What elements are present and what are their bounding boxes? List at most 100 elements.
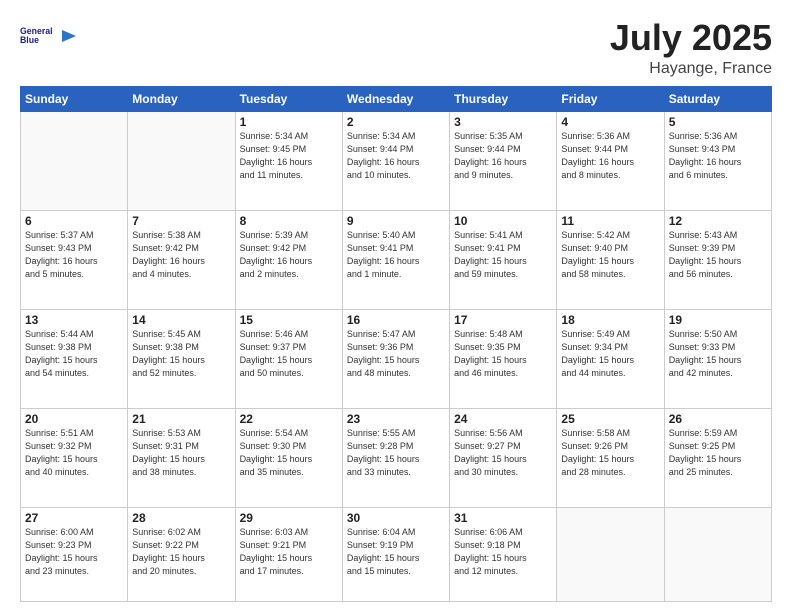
day-number: 15 xyxy=(240,313,338,327)
day-number: 14 xyxy=(132,313,230,327)
day-number: 30 xyxy=(347,511,445,525)
day-info: Sunrise: 5:34 AM Sunset: 9:45 PM Dayligh… xyxy=(240,130,338,182)
day-info: Sunrise: 5:49 AM Sunset: 9:34 PM Dayligh… xyxy=(561,328,659,380)
calendar-cell: 18Sunrise: 5:49 AM Sunset: 9:34 PM Dayli… xyxy=(557,309,664,408)
header-cell-wednesday: Wednesday xyxy=(342,86,449,111)
day-info: Sunrise: 6:00 AM Sunset: 9:23 PM Dayligh… xyxy=(25,526,123,578)
calendar-cell: 15Sunrise: 5:46 AM Sunset: 9:37 PM Dayli… xyxy=(235,309,342,408)
day-info: Sunrise: 5:35 AM Sunset: 9:44 PM Dayligh… xyxy=(454,130,552,182)
day-info: Sunrise: 5:39 AM Sunset: 9:42 PM Dayligh… xyxy=(240,229,338,281)
day-info: Sunrise: 5:34 AM Sunset: 9:44 PM Dayligh… xyxy=(347,130,445,182)
header-cell-saturday: Saturday xyxy=(664,86,771,111)
day-number: 27 xyxy=(25,511,123,525)
calendar-table: SundayMondayTuesdayWednesdayThursdayFrid… xyxy=(20,86,772,602)
week-row-4: 20Sunrise: 5:51 AM Sunset: 9:32 PM Dayli… xyxy=(21,408,772,507)
day-info: Sunrise: 6:03 AM Sunset: 9:21 PM Dayligh… xyxy=(240,526,338,578)
calendar-cell xyxy=(128,111,235,210)
calendar-cell: 31Sunrise: 6:06 AM Sunset: 9:18 PM Dayli… xyxy=(450,507,557,601)
day-info: Sunrise: 5:58 AM Sunset: 9:26 PM Dayligh… xyxy=(561,427,659,479)
week-row-2: 6Sunrise: 5:37 AM Sunset: 9:43 PM Daylig… xyxy=(21,210,772,309)
calendar-cell: 25Sunrise: 5:58 AM Sunset: 9:26 PM Dayli… xyxy=(557,408,664,507)
header-cell-tuesday: Tuesday xyxy=(235,86,342,111)
day-info: Sunrise: 6:04 AM Sunset: 9:19 PM Dayligh… xyxy=(347,526,445,578)
day-number: 19 xyxy=(669,313,767,327)
day-info: Sunrise: 5:36 AM Sunset: 9:44 PM Dayligh… xyxy=(561,130,659,182)
calendar-cell: 10Sunrise: 5:41 AM Sunset: 9:41 PM Dayli… xyxy=(450,210,557,309)
calendar-cell: 29Sunrise: 6:03 AM Sunset: 9:21 PM Dayli… xyxy=(235,507,342,601)
calendar-cell: 28Sunrise: 6:02 AM Sunset: 9:22 PM Dayli… xyxy=(128,507,235,601)
logo-svg: General Blue xyxy=(20,18,54,52)
day-info: Sunrise: 5:38 AM Sunset: 9:42 PM Dayligh… xyxy=(132,229,230,281)
week-row-3: 13Sunrise: 5:44 AM Sunset: 9:38 PM Dayli… xyxy=(21,309,772,408)
header-cell-thursday: Thursday xyxy=(450,86,557,111)
day-info: Sunrise: 5:41 AM Sunset: 9:41 PM Dayligh… xyxy=(454,229,552,281)
day-number: 26 xyxy=(669,412,767,426)
logo-arrow-icon xyxy=(58,26,76,44)
calendar-cell: 2Sunrise: 5:34 AM Sunset: 9:44 PM Daylig… xyxy=(342,111,449,210)
calendar-cell: 14Sunrise: 5:45 AM Sunset: 9:38 PM Dayli… xyxy=(128,309,235,408)
header: General Blue July 2025 Hayange, France xyxy=(20,18,772,78)
week-row-5: 27Sunrise: 6:00 AM Sunset: 9:23 PM Dayli… xyxy=(21,507,772,601)
day-number: 16 xyxy=(347,313,445,327)
day-number: 6 xyxy=(25,214,123,228)
title-block: July 2025 Hayange, France xyxy=(610,18,772,78)
logo: General Blue xyxy=(20,18,76,52)
day-info: Sunrise: 5:51 AM Sunset: 9:32 PM Dayligh… xyxy=(25,427,123,479)
day-number: 28 xyxy=(132,511,230,525)
calendar-cell: 24Sunrise: 5:56 AM Sunset: 9:27 PM Dayli… xyxy=(450,408,557,507)
day-number: 25 xyxy=(561,412,659,426)
day-number: 10 xyxy=(454,214,552,228)
calendar-cell: 22Sunrise: 5:54 AM Sunset: 9:30 PM Dayli… xyxy=(235,408,342,507)
day-number: 21 xyxy=(132,412,230,426)
day-info: Sunrise: 5:54 AM Sunset: 9:30 PM Dayligh… xyxy=(240,427,338,479)
day-number: 5 xyxy=(669,115,767,129)
calendar-cell: 26Sunrise: 5:59 AM Sunset: 9:25 PM Dayli… xyxy=(664,408,771,507)
svg-text:Blue: Blue xyxy=(20,35,39,45)
day-info: Sunrise: 5:59 AM Sunset: 9:25 PM Dayligh… xyxy=(669,427,767,479)
calendar-cell: 8Sunrise: 5:39 AM Sunset: 9:42 PM Daylig… xyxy=(235,210,342,309)
calendar-cell xyxy=(664,507,771,601)
day-info: Sunrise: 6:02 AM Sunset: 9:22 PM Dayligh… xyxy=(132,526,230,578)
page: General Blue July 2025 Hayange, France S… xyxy=(0,0,792,612)
day-info: Sunrise: 5:50 AM Sunset: 9:33 PM Dayligh… xyxy=(669,328,767,380)
calendar-cell: 16Sunrise: 5:47 AM Sunset: 9:36 PM Dayli… xyxy=(342,309,449,408)
day-number: 7 xyxy=(132,214,230,228)
calendar-cell: 12Sunrise: 5:43 AM Sunset: 9:39 PM Dayli… xyxy=(664,210,771,309)
day-number: 1 xyxy=(240,115,338,129)
calendar-cell: 3Sunrise: 5:35 AM Sunset: 9:44 PM Daylig… xyxy=(450,111,557,210)
day-number: 24 xyxy=(454,412,552,426)
day-number: 12 xyxy=(669,214,767,228)
week-row-1: 1Sunrise: 5:34 AM Sunset: 9:45 PM Daylig… xyxy=(21,111,772,210)
day-info: Sunrise: 5:37 AM Sunset: 9:43 PM Dayligh… xyxy=(25,229,123,281)
header-cell-monday: Monday xyxy=(128,86,235,111)
day-info: Sunrise: 5:43 AM Sunset: 9:39 PM Dayligh… xyxy=(669,229,767,281)
day-info: Sunrise: 5:42 AM Sunset: 9:40 PM Dayligh… xyxy=(561,229,659,281)
calendar-cell: 17Sunrise: 5:48 AM Sunset: 9:35 PM Dayli… xyxy=(450,309,557,408)
calendar-cell: 11Sunrise: 5:42 AM Sunset: 9:40 PM Dayli… xyxy=(557,210,664,309)
day-number: 8 xyxy=(240,214,338,228)
day-info: Sunrise: 5:45 AM Sunset: 9:38 PM Dayligh… xyxy=(132,328,230,380)
day-number: 29 xyxy=(240,511,338,525)
day-number: 18 xyxy=(561,313,659,327)
title-location: Hayange, France xyxy=(610,60,772,78)
day-number: 17 xyxy=(454,313,552,327)
calendar-cell: 30Sunrise: 6:04 AM Sunset: 9:19 PM Dayli… xyxy=(342,507,449,601)
day-info: Sunrise: 6:06 AM Sunset: 9:18 PM Dayligh… xyxy=(454,526,552,578)
day-info: Sunrise: 5:53 AM Sunset: 9:31 PM Dayligh… xyxy=(132,427,230,479)
calendar-cell: 4Sunrise: 5:36 AM Sunset: 9:44 PM Daylig… xyxy=(557,111,664,210)
header-cell-friday: Friday xyxy=(557,86,664,111)
calendar-cell: 27Sunrise: 6:00 AM Sunset: 9:23 PM Dayli… xyxy=(21,507,128,601)
day-number: 3 xyxy=(454,115,552,129)
day-info: Sunrise: 5:36 AM Sunset: 9:43 PM Dayligh… xyxy=(669,130,767,182)
day-info: Sunrise: 5:47 AM Sunset: 9:36 PM Dayligh… xyxy=(347,328,445,380)
day-info: Sunrise: 5:44 AM Sunset: 9:38 PM Dayligh… xyxy=(25,328,123,380)
day-number: 22 xyxy=(240,412,338,426)
day-info: Sunrise: 5:56 AM Sunset: 9:27 PM Dayligh… xyxy=(454,427,552,479)
calendar-cell: 23Sunrise: 5:55 AM Sunset: 9:28 PM Dayli… xyxy=(342,408,449,507)
day-number: 31 xyxy=(454,511,552,525)
day-number: 20 xyxy=(25,412,123,426)
day-info: Sunrise: 5:48 AM Sunset: 9:35 PM Dayligh… xyxy=(454,328,552,380)
header-row: SundayMondayTuesdayWednesdayThursdayFrid… xyxy=(21,86,772,111)
calendar-cell: 9Sunrise: 5:40 AM Sunset: 9:41 PM Daylig… xyxy=(342,210,449,309)
calendar-cell: 20Sunrise: 5:51 AM Sunset: 9:32 PM Dayli… xyxy=(21,408,128,507)
